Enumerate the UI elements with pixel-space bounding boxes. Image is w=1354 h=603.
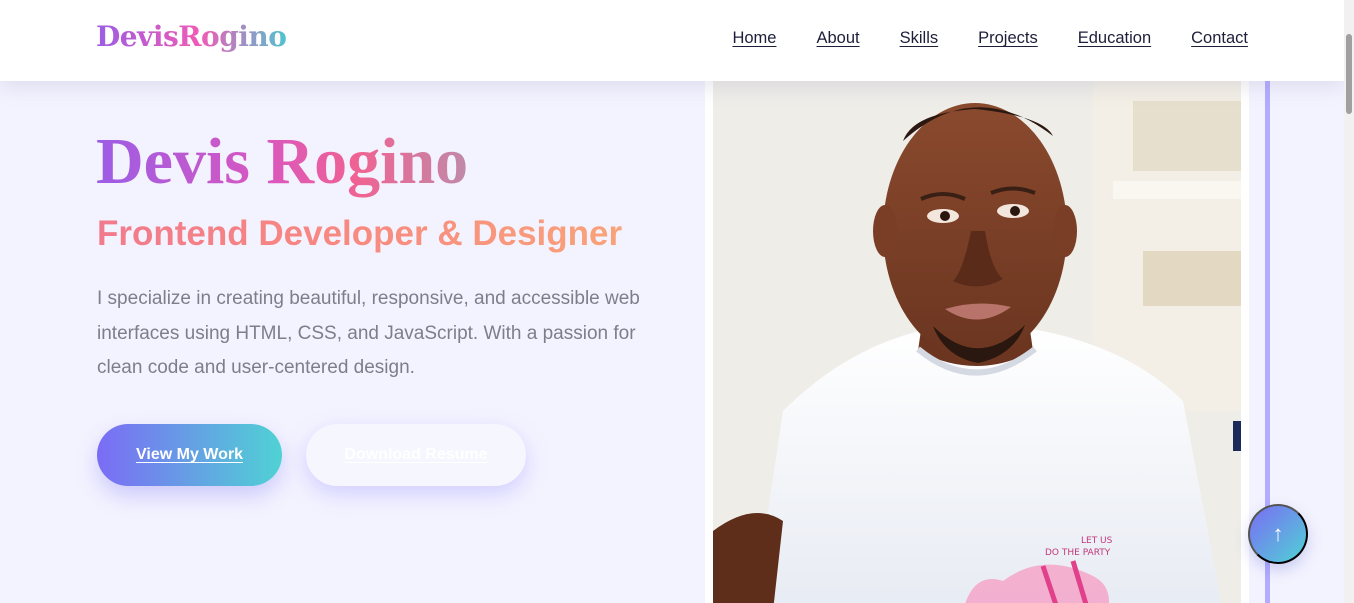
shirt-print-text: LET US [1081, 536, 1113, 546]
page: DevisRogino Home About Skills Projects E… [0, 0, 1354, 603]
page-scrollbar[interactable] [1344, 0, 1354, 603]
scrollbar-thumb[interactable] [1346, 34, 1352, 114]
hero-description: I specialize in creating beautiful, resp… [97, 288, 640, 378]
nav-link-projects[interactable]: Projects [978, 29, 1038, 48]
profile-photo-illustration: LET US DO THE PARTY [713, 81, 1241, 603]
nav-link-about[interactable]: About [816, 29, 859, 48]
profile-photo: LET US DO THE PARTY [713, 81, 1241, 603]
download-resume-button[interactable]: Download Resume [306, 424, 526, 486]
view-my-work-button[interactable]: View My Work [97, 424, 282, 486]
site-header: DevisRogino Home About Skills Projects E… [0, 0, 1344, 81]
main-nav: Home About Skills Projects Education Con… [732, 29, 1248, 48]
nav-link-skills[interactable]: Skills [900, 29, 939, 48]
site-logo[interactable]: DevisRogino [96, 20, 287, 53]
hero-role: Frontend Developer & Designer [97, 214, 623, 253]
scroll-to-top-button[interactable]: ↑ [1248, 504, 1308, 564]
svg-text:DO THE PARTY: DO THE PARTY [1045, 548, 1111, 558]
nav-link-education[interactable]: Education [1078, 29, 1151, 48]
hero-name: Devis Rogino [96, 125, 469, 198]
nav-link-home[interactable]: Home [732, 29, 776, 48]
arrow-up-icon: ↑ [1272, 521, 1284, 546]
nav-link-contact[interactable]: Contact [1191, 29, 1248, 48]
